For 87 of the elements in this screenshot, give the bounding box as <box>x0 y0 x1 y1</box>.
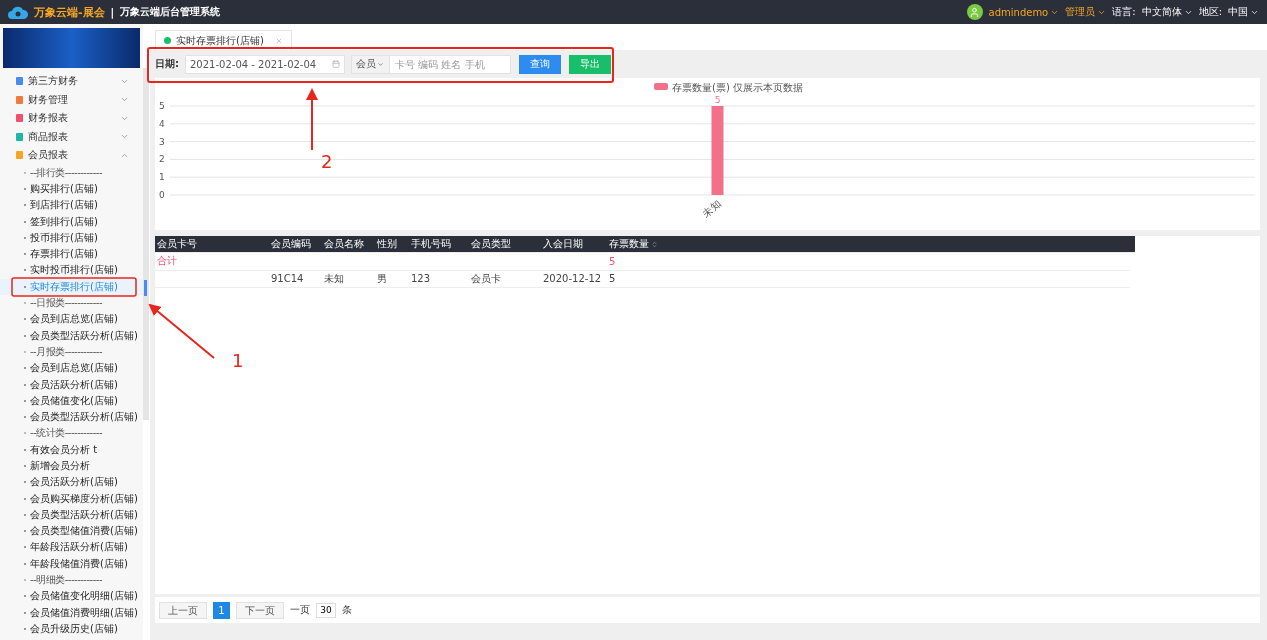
menu-section[interactable]: 财务管理 <box>0 90 143 109</box>
per-page-label: 一页 <box>290 603 310 617</box>
column-header: 性别 <box>376 237 398 251</box>
table-cell-text: 会员卡 <box>470 271 502 286</box>
system-title: 万象云端后台管理系统 <box>120 5 221 19</box>
menu-item[interactable]: 会员活跃分析(店铺) <box>0 474 143 491</box>
column-header: 会员卡号 <box>156 237 198 251</box>
prev-page-button[interactable]: 上一页 <box>159 601 207 619</box>
page-number[interactable]: 1 <box>213 601 230 619</box>
per-page-field[interactable]: 30 <box>316 602 336 618</box>
column-header: 手机号码 <box>410 237 452 251</box>
pointer-arrow <box>148 303 215 359</box>
date-label: 日期: <box>155 57 179 71</box>
menu-item[interactable]: 会员类型活跃分析(店铺) <box>0 327 143 344</box>
axis-tick-label: 1 <box>159 172 165 183</box>
menu-item[interactable]: 会员升级历史(店铺) <box>0 620 143 638</box>
menu-item[interactable]: 购买排行(店铺) <box>0 180 143 198</box>
menu-item[interactable]: 会员活跃分析(店铺) <box>0 376 143 393</box>
brand-name: 万象云端-展会 <box>34 4 105 20</box>
calendar-icon <box>332 60 340 68</box>
column-header: 会员编码 <box>270 237 312 251</box>
menu-item[interactable]: 投币排行(店铺) <box>0 229 143 246</box>
menu-item[interactable]: 到店排行(店铺) <box>0 197 143 214</box>
table-cell-text: 2020-12-12 <box>542 273 603 285</box>
axis-tick-label: 2 <box>159 154 165 165</box>
menu-group-label: --排行类------------ <box>0 164 143 181</box>
menu-item[interactable]: 会员到店总览(店铺) <box>0 360 143 377</box>
table-cell-text: 男 <box>376 271 388 286</box>
sort-icon[interactable] <box>651 240 658 248</box>
axis-tick-label: 4 <box>159 118 165 129</box>
menu-group-label: --明细类------------ <box>0 571 143 589</box>
menu-item[interactable]: 年龄段活跃分析(店铺) <box>0 539 143 556</box>
total-label: 合计 <box>156 254 178 269</box>
menu-item[interactable]: 会员储值变化明细(店铺) <box>0 588 143 605</box>
axis-category-label: 未知 <box>700 198 723 220</box>
column-header: 存票数量 <box>607 237 1135 251</box>
annotation-number: 2 <box>321 151 333 172</box>
separator: | <box>110 6 115 18</box>
table-cell-text: 91C14 <box>270 273 305 285</box>
menu-section[interactable]: 第三方财务 <box>0 72 143 91</box>
table-cell-text: 123 <box>410 273 432 285</box>
menu-item[interactable]: 会员购买梯度分析(店铺) <box>0 490 143 507</box>
status-dot <box>164 37 171 44</box>
annotation-number: 1 <box>232 350 244 371</box>
chart-legend: 存票数量(票) 仅展示本页数据 <box>654 81 803 93</box>
region-menu[interactable]: 中国 <box>1228 5 1259 19</box>
menu-item[interactable]: 新增会员分析 <box>0 457 143 475</box>
data-label: 5 <box>714 95 721 105</box>
language-label: 语言: <box>1112 5 1136 19</box>
user-menu[interactable]: admindemo <box>988 6 1060 18</box>
total-value: 5 <box>608 255 617 267</box>
menu-group-label: --统计类------------ <box>0 425 143 442</box>
cloud-logo-icon <box>8 4 28 20</box>
menu-section[interactable]: 财务报表 <box>0 109 143 128</box>
close-icon[interactable] <box>274 36 283 45</box>
axis-tick-label: 0 <box>159 190 165 200</box>
region-label: 地区: <box>1198 5 1222 19</box>
next-page-button[interactable]: 下一页 <box>236 601 284 619</box>
pointer-arrow <box>306 88 318 151</box>
column-header: 会员名称 <box>323 237 365 251</box>
menu-item[interactable]: 会员类型活跃分析(店铺) <box>0 408 143 426</box>
role-menu[interactable]: 管理员 <box>1065 5 1107 19</box>
axis-tick-label: 5 <box>159 101 165 111</box>
menu-section[interactable]: 商品报表 <box>0 127 143 146</box>
menu-group-label: --日报类------------ <box>0 294 143 312</box>
page-tab[interactable]: 实时存票排行(店铺) <box>155 30 292 50</box>
language-menu[interactable]: 中文简体 <box>1141 5 1193 19</box>
menu-item[interactable]: 实时投币排行(店铺) <box>0 262 143 279</box>
menu-item[interactable]: 存票排行(店铺) <box>0 246 143 263</box>
menu-item[interactable]: 会员储值变化(店铺) <box>0 392 143 409</box>
menu-item[interactable]: 会员类型储值消费(店铺) <box>0 523 143 540</box>
column-header: 会员类型 <box>470 237 512 251</box>
menu-item[interactable]: 签到排行(店铺) <box>0 213 143 230</box>
date-range-field[interactable]: 2021-02-04 - 2021-02-04 <box>185 54 345 74</box>
menu-item[interactable]: 有效会员分析 t <box>0 441 143 458</box>
menu-item[interactable]: 会员到店总览(店铺) <box>0 311 143 328</box>
menu-item[interactable]: 会员储值消费明细(店铺) <box>0 604 143 621</box>
menu-item[interactable]: 会员类型活跃分析(店铺) <box>0 506 143 524</box>
unit-label: 条 <box>342 603 352 617</box>
menu-section[interactable]: 会员报表 <box>0 146 143 165</box>
table-cell-text: 5 <box>608 273 617 285</box>
menu-item[interactable]: 年龄段储值消费(店铺) <box>0 555 143 572</box>
avatar-icon <box>966 4 983 20</box>
axis-tick-label: 3 <box>159 136 165 147</box>
column-header: 入会日期 <box>542 237 584 251</box>
table-cell-text: 未知 <box>323 271 345 286</box>
menu-group-label: --月报类------------ <box>0 343 143 361</box>
